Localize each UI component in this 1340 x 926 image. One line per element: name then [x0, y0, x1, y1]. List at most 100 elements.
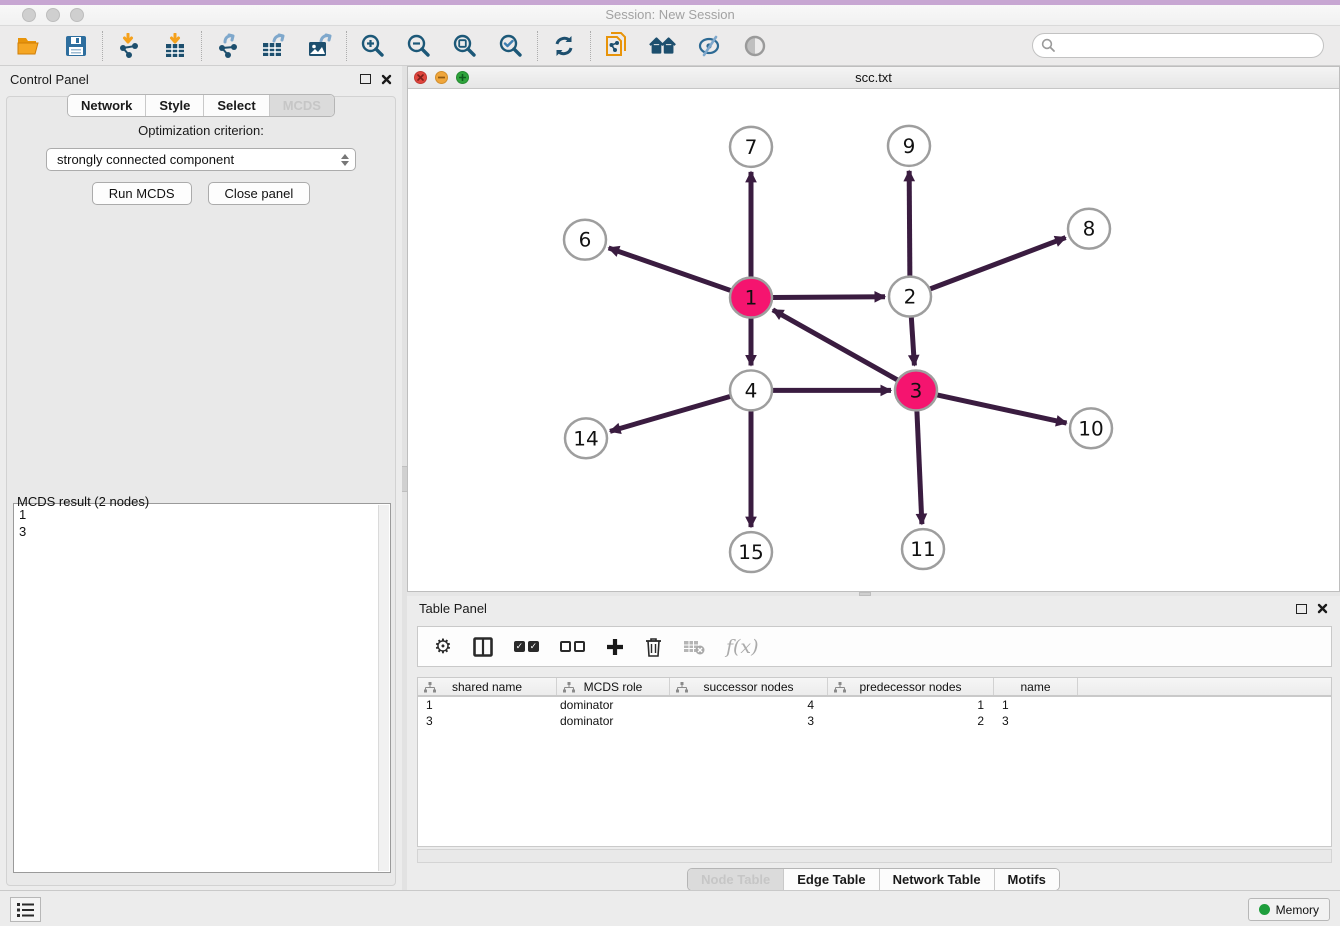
tab-select[interactable]: Select	[203, 95, 268, 116]
graph-node-14[interactable]: 14	[565, 418, 607, 458]
column-header-name[interactable]: name	[994, 678, 1078, 695]
export-image-icon[interactable]	[306, 32, 334, 60]
tab-style[interactable]: Style	[145, 95, 203, 116]
graph-edge-4-14[interactable]	[610, 396, 731, 431]
search-input[interactable]	[1056, 38, 1315, 53]
table-settings-gear-icon[interactable]: ⚙	[434, 637, 452, 657]
column-header-successor-nodes[interactable]: successor nodes	[670, 678, 828, 695]
search-icon	[1041, 38, 1056, 53]
svg-text:6: 6	[579, 228, 592, 252]
delete-row-trash-icon[interactable]	[645, 637, 662, 657]
deselect-all-icon[interactable]	[560, 641, 585, 652]
refresh-view-icon[interactable]	[550, 32, 578, 60]
export-network-icon[interactable]	[214, 32, 242, 60]
zoom-fit-icon[interactable]	[451, 32, 479, 60]
graph-edge-3-11[interactable]	[917, 411, 922, 524]
table-row[interactable]: 1 dominator 4 1 1	[418, 697, 1331, 713]
home-icon[interactable]	[649, 32, 677, 60]
chevron-up-down-icon	[341, 154, 349, 166]
graph-node-11[interactable]: 11	[902, 529, 944, 569]
graph-node-9[interactable]: 9	[888, 126, 930, 166]
show-columns-icon[interactable]	[473, 637, 493, 657]
svg-text:1: 1	[745, 286, 758, 310]
graph-edge-3-10[interactable]	[937, 395, 1067, 423]
tab-node-table[interactable]: Node Table	[688, 869, 783, 890]
import-table-icon[interactable]	[161, 32, 189, 60]
tab-network[interactable]: Network	[68, 95, 145, 116]
namespace-icon	[676, 682, 688, 693]
namespace-icon	[424, 682, 436, 693]
mcds-panel: Optimization criterion: strongly connect…	[6, 96, 396, 886]
network-window-title: scc.txt	[408, 70, 1339, 85]
task-history-button[interactable]	[10, 897, 41, 922]
network-window-titlebar[interactable]: scc.txt	[408, 67, 1339, 89]
tab-network-table[interactable]: Network Table	[879, 869, 994, 890]
function-builder-icon[interactable]: f(x)	[726, 636, 759, 658]
graph-node-8[interactable]: 8	[1068, 209, 1110, 249]
graph-edge-1-6[interactable]	[609, 248, 732, 291]
graph-edge-2-3[interactable]	[911, 318, 914, 366]
cell-shared-name: 1	[418, 697, 557, 713]
save-session-icon[interactable]	[62, 32, 90, 60]
graph-node-7[interactable]: 7	[730, 127, 772, 167]
zoom-in-icon[interactable]	[359, 32, 387, 60]
graph-node-3[interactable]: 3	[895, 370, 937, 410]
svg-text:9: 9	[903, 134, 916, 158]
float-table-panel-icon[interactable]	[1296, 604, 1307, 614]
graph-edge-3-1[interactable]	[773, 310, 898, 380]
graph-node-15[interactable]: 15	[730, 532, 772, 572]
table-row[interactable]: 3 dominator 3 2 3	[418, 713, 1331, 729]
add-row-plus-icon[interactable]	[606, 638, 624, 656]
svg-text:8: 8	[1083, 217, 1096, 241]
table-panel: Table Panel ⚙ ✓✓	[407, 596, 1340, 890]
delete-table-icon[interactable]	[683, 639, 705, 655]
mcds-result-text[interactable]: 1 3	[15, 505, 378, 871]
graph-edge-1-2[interactable]	[772, 297, 885, 298]
cell-mcds-role: dominator	[557, 697, 670, 713]
graph-node-10[interactable]: 10	[1070, 408, 1112, 448]
criterion-dropdown[interactable]: strongly connected component	[46, 148, 356, 171]
hide-panels-eye-icon[interactable]	[695, 32, 723, 60]
float-panel-icon[interactable]	[360, 74, 371, 84]
run-mcds-button[interactable]: Run MCDS	[92, 182, 192, 205]
column-header-predecessor-nodes[interactable]: predecessor nodes	[828, 678, 994, 695]
tab-motifs[interactable]: Motifs	[994, 869, 1059, 890]
network-canvas[interactable]: 7 9 6 8 1 2 4 3 14 10 15 11	[408, 89, 1339, 591]
namespace-icon	[834, 682, 846, 693]
close-panel-button[interactable]: Close panel	[208, 182, 311, 205]
result-scrollbar[interactable]	[378, 505, 389, 871]
svg-text:10: 10	[1078, 416, 1103, 440]
cell-mcds-role: dominator	[557, 713, 670, 729]
open-session-icon[interactable]	[16, 32, 44, 60]
cell-successor-nodes: 3	[670, 713, 828, 729]
network-graph[interactable]: 7 9 6 8 1 2 4 3 14 10 15 11	[408, 89, 1339, 591]
control-panel: Control Panel Network Style Select MCDS …	[0, 66, 402, 890]
close-table-panel-icon[interactable]	[1317, 603, 1328, 614]
export-table-icon[interactable]	[260, 32, 288, 60]
graph-node-6[interactable]: 6	[564, 220, 606, 260]
svg-text:4: 4	[745, 378, 758, 402]
tab-mcds[interactable]: MCDS	[269, 95, 334, 116]
cell-predecessor-nodes: 2	[828, 713, 994, 729]
tab-edge-table[interactable]: Edge Table	[783, 869, 878, 890]
criterion-dropdown-value: strongly connected component	[57, 152, 341, 167]
cytoscape-window: Session: New Session	[0, 0, 1340, 926]
select-all-icon[interactable]: ✓✓	[514, 641, 539, 652]
zoom-out-icon[interactable]	[405, 32, 433, 60]
graph-node-4[interactable]: 4	[730, 370, 772, 410]
graph-node-1[interactable]: 1	[730, 278, 772, 318]
graph-node-2[interactable]: 2	[889, 277, 931, 317]
svg-text:14: 14	[573, 426, 598, 450]
import-network-icon[interactable]	[115, 32, 143, 60]
column-header-mcds-role[interactable]: MCDS role	[557, 678, 670, 695]
search-field[interactable]	[1032, 33, 1324, 58]
close-panel-icon[interactable]	[381, 74, 392, 85]
graph-edge-2-8[interactable]	[930, 238, 1066, 290]
show-panels-eye-icon[interactable]	[741, 32, 769, 60]
new-network-from-selection-icon[interactable]	[603, 32, 631, 60]
zoom-selected-icon[interactable]	[497, 32, 525, 60]
memory-button[interactable]: Memory	[1248, 898, 1330, 921]
table-horizontal-scrollbar[interactable]	[417, 849, 1332, 863]
column-header-shared-name[interactable]: shared name	[418, 678, 557, 695]
graph-edge-2-9[interactable]	[909, 171, 910, 276]
